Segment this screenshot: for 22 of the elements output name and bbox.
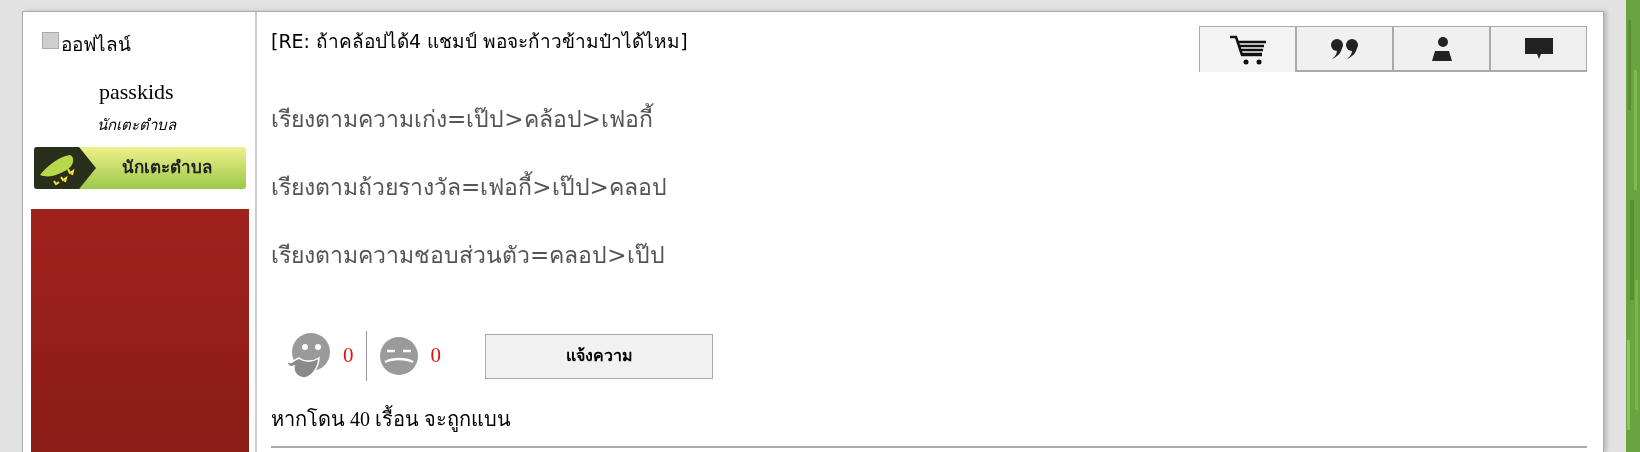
user-icon: [1430, 36, 1453, 61]
comment-icon: [1524, 37, 1553, 60]
reaction-button[interactable]: 0: [285, 332, 354, 380]
toolbar-tab[interactable]: [1199, 26, 1296, 72]
post-text-line: เรียงตามความชอบส่วนตัว=คลอป>เป๊ป: [271, 241, 666, 270]
toolbar-tab[interactable]: [1490, 26, 1587, 72]
annoyed-face-icon: [378, 336, 419, 376]
toolbar-tab[interactable]: [1393, 26, 1490, 72]
rank-badge-label: นักเตะตำบล: [122, 156, 212, 180]
post-title: [RE: ถ้าคล้อปได้4 แชมป์ พอจะก้าวข้ามป๋าได้ไหม]: [271, 29, 688, 54]
quote-icon: [1329, 37, 1360, 60]
cart-icon: [1227, 33, 1268, 66]
username: passkids: [99, 79, 174, 105]
ban-warning: หากโดน 40 เรื้อน จะถูกแบน: [271, 405, 511, 433]
post-text-line: เรียงตามความเก่ง=เป๊ป>คล้อป>เฟอกี้: [271, 102, 1587, 136]
user-rank: นักเตะตำบล: [97, 115, 176, 135]
toolbar-tab[interactable]: [1296, 26, 1393, 72]
reaction-button[interactable]: 0: [378, 336, 441, 376]
report-button[interactable]: แจ้งความ: [485, 333, 713, 379]
post-text-line: เรียงตามถ้วยรางวัล=เฟอกี้>เป๊ป>คลอป: [271, 170, 1587, 204]
status-label: ออฟไลน์: [61, 32, 131, 57]
laughing-face-icon: [285, 332, 331, 380]
